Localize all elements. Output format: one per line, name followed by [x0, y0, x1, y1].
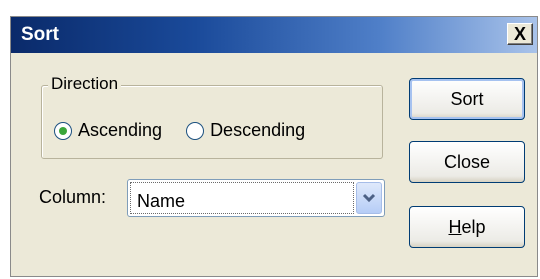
radio-ascending-label: Ascending — [78, 120, 163, 140]
radio-ascending[interactable]: Ascending — [54, 120, 162, 141]
direction-group: Direction Ascending Descending — [41, 74, 383, 159]
sort-button[interactable]: Sort — [409, 78, 525, 120]
column-label: Column: — [39, 187, 107, 207]
radio-ascending-indicator[interactable] — [54, 121, 72, 140]
help-label-rest: elp — [461, 216, 486, 237]
title-bar[interactable]: Sort X — [11, 17, 537, 53]
close-button[interactable]: Close — [409, 141, 525, 183]
close-window-button[interactable]: X — [507, 23, 533, 45]
direction-options: Ascending Descending — [54, 120, 305, 141]
radio-descending[interactable]: Descending — [186, 120, 305, 141]
help-button-label: Help — [448, 217, 485, 238]
column-select-focus: Name — [130, 182, 354, 214]
column-select-value: Name — [137, 191, 186, 211]
chevron-down-icon — [362, 193, 376, 203]
close-button-label: Close — [443, 151, 491, 172]
column-dropdown-button[interactable] — [356, 182, 382, 214]
sort-dialog: Sort X Direction Ascending Descending Co… — [10, 16, 538, 277]
radio-descending-indicator[interactable] — [186, 121, 205, 140]
radio-descending-label: Descending — [210, 120, 306, 140]
direction-legend: Direction — [48, 74, 122, 94]
window-title: Sort — [21, 24, 59, 45]
help-accelerator: H — [448, 216, 462, 237]
column-select[interactable]: Name — [127, 179, 385, 217]
close-icon: X — [513, 23, 526, 44]
sort-button-label: Sort — [450, 88, 484, 109]
help-button[interactable]: Help — [409, 206, 525, 248]
